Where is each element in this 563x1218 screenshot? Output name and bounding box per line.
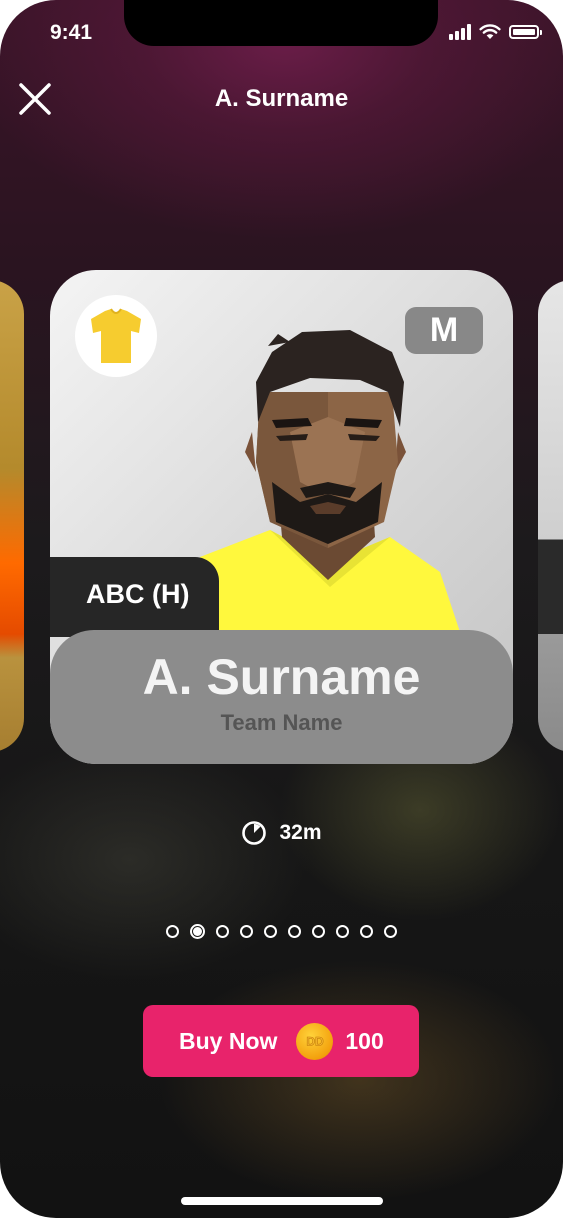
pagination-dot[interactable]	[166, 925, 179, 938]
battery-icon	[509, 25, 542, 39]
page-title: A. Surname	[214, 85, 349, 112]
player-card[interactable]: M ABC (H) A. Surname Team Name	[50, 270, 513, 764]
previous-card[interactable]	[0, 280, 24, 752]
pagination-dot[interactable]	[264, 925, 277, 938]
team-name: Team Name	[220, 710, 343, 735]
pagination-dot[interactable]	[312, 925, 325, 938]
pagination-dot[interactable]	[190, 924, 205, 939]
svg-text:DD: DD	[306, 1035, 324, 1049]
device-notch	[124, 0, 438, 46]
phone-screen: 9:41 A. Surname M ABC (H) A. Surname Tea…	[0, 0, 563, 1218]
buy-now-button[interactable]: Buy Now DD 100	[143, 1005, 419, 1077]
battery-fill	[513, 29, 535, 35]
home-indicator	[181, 1197, 383, 1205]
timer-text: 32m	[279, 821, 322, 844]
price: 100	[345, 1027, 384, 1054]
pagination-dot[interactable]	[384, 925, 397, 938]
next-card[interactable]	[538, 280, 563, 752]
buy-now-label: Buy Now	[179, 1027, 278, 1054]
pagination-dot[interactable]	[240, 925, 253, 938]
status-icons	[449, 24, 542, 40]
pagination-dot[interactable]	[288, 925, 301, 938]
team-kit-badge	[75, 295, 157, 377]
cellular-signal-icon	[449, 24, 471, 40]
wifi-icon	[479, 24, 501, 39]
pagination-dot[interactable]	[336, 925, 349, 938]
player-name: A. Surname	[142, 649, 421, 705]
pagination-dot[interactable]	[360, 925, 373, 938]
shirt-icon	[91, 308, 141, 363]
pagination-dot[interactable]	[216, 925, 229, 938]
clock-icon	[242, 821, 267, 845]
fixture-label: ABC (H)	[50, 557, 219, 637]
pagination-dots	[166, 924, 397, 939]
status-time: 9:41	[50, 21, 93, 44]
coin-icon: DD	[296, 1022, 334, 1060]
coin-dd-mark: DD	[306, 1034, 324, 1049]
countdown-timer: 32m	[0, 820, 563, 846]
